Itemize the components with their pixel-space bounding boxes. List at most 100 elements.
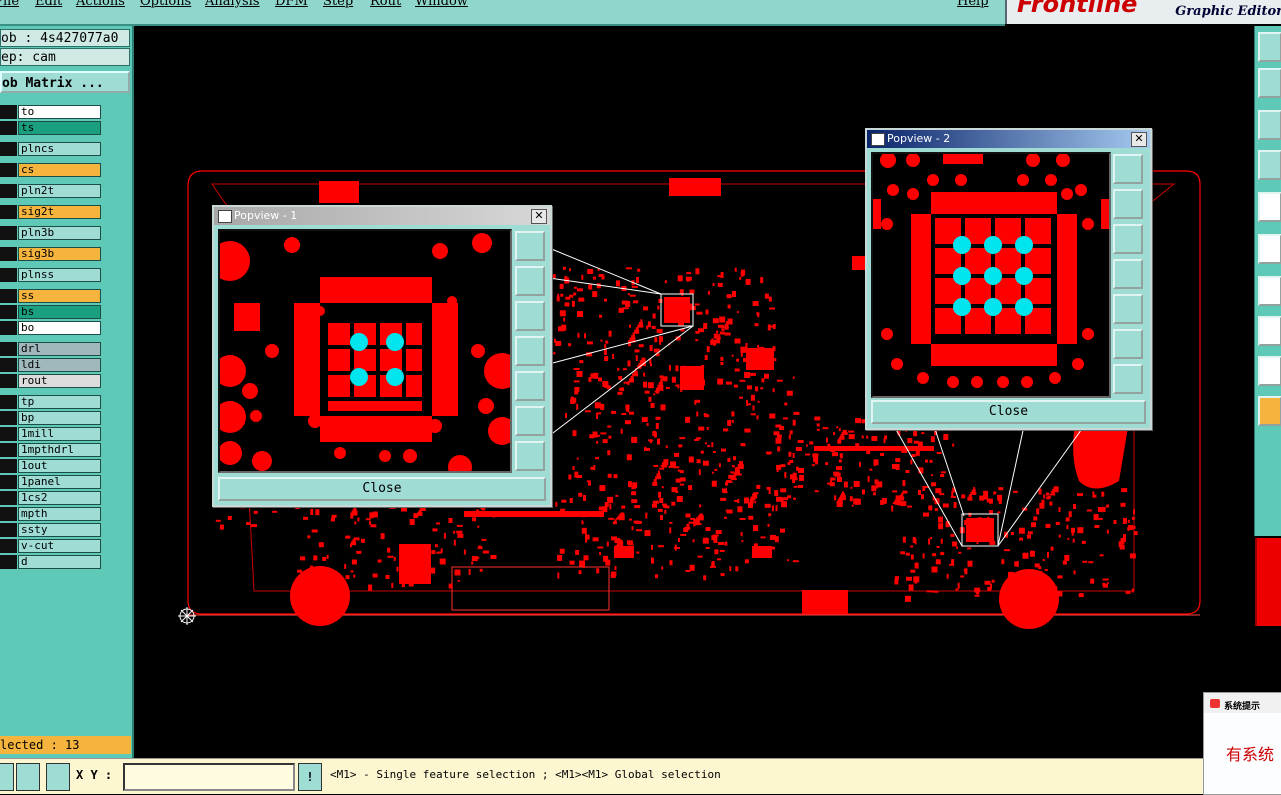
layer-swatch[interactable] [0, 163, 17, 177]
popview-2-pan-left-button[interactable] [1113, 259, 1143, 289]
layer-swatch[interactable] [0, 342, 17, 356]
popview-1-close-button[interactable]: Close [218, 477, 546, 501]
layer-swatch[interactable] [0, 523, 17, 537]
layer-swatch[interactable] [0, 427, 17, 441]
layer-swatch[interactable] [0, 289, 17, 303]
layer-swatch[interactable] [0, 395, 17, 409]
layer-item-ldi[interactable]: ldi [18, 358, 101, 372]
layer-item-cs[interactable]: cs [18, 163, 101, 177]
popview-1-pan-up-button[interactable] [515, 266, 545, 296]
layer-swatch[interactable] [0, 321, 17, 335]
popview-2-title[interactable]: Popview - 2 [867, 130, 1150, 148]
layer-item-ss[interactable]: ss [18, 289, 101, 303]
layer-swatch[interactable] [0, 459, 17, 473]
popview-1[interactable]: Popview - 1 ✕ Close [212, 205, 552, 507]
layer-swatch[interactable] [0, 247, 17, 261]
menu-dfm[interactable]: DFM [275, 0, 308, 9]
tool-arc-button[interactable] [1258, 356, 1281, 386]
layer-swatch[interactable] [0, 121, 17, 135]
layer-swatch[interactable] [0, 268, 17, 282]
xy-input[interactable] [123, 763, 295, 791]
popview-2-zoom-button[interactable] [1113, 154, 1143, 184]
popview-1-zoom-in-button[interactable] [515, 406, 545, 436]
menu-step[interactable]: Step [323, 0, 353, 9]
menu-actions[interactable]: Actions [76, 0, 125, 9]
menu-rout[interactable]: Rout [370, 0, 401, 9]
layer-item-bs[interactable]: bs [18, 305, 101, 319]
layer-swatch[interactable] [0, 539, 17, 553]
layer-item-ts[interactable]: ts [18, 121, 101, 135]
popview-1-zoom-out-button[interactable] [515, 441, 545, 471]
tool-connect-button[interactable] [1258, 234, 1281, 264]
layer-item-bo[interactable]: bo [18, 321, 101, 335]
layer-item-pln3b[interactable]: pln3b [18, 226, 101, 240]
layer-swatch[interactable] [0, 475, 17, 489]
tool-measure-button[interactable] [1258, 150, 1281, 180]
tool-node-button[interactable] [1258, 316, 1281, 346]
layer-swatch[interactable] [0, 555, 17, 569]
tool-pan-button[interactable] [1258, 68, 1281, 98]
layer-item-1mpthdrl[interactable]: 1mpthdrl [18, 443, 101, 457]
popview-2-close-x[interactable]: ✕ [1131, 132, 1147, 147]
angle-tool-icon[interactable] [16, 763, 40, 791]
layer-item-rout[interactable]: rout [18, 374, 101, 388]
layer-swatch[interactable] [0, 411, 17, 425]
popview-2-view[interactable] [871, 152, 1111, 398]
layer-item-plnss[interactable]: plnss [18, 268, 101, 282]
grid-button[interactable] [46, 763, 70, 791]
layer-item-1mill[interactable]: 1mill [18, 427, 101, 441]
layer-item-sig2t[interactable]: sig2t [18, 205, 101, 219]
layer-item-ssty[interactable]: ssty [18, 523, 101, 537]
tool-zoom-button[interactable] [1258, 32, 1281, 62]
job-matrix-button[interactable]: ob Matrix ... [0, 71, 130, 93]
layer-swatch[interactable] [0, 226, 17, 240]
popview-1-zoom-button[interactable] [515, 231, 545, 261]
popview-1-view[interactable] [218, 229, 512, 473]
tool-pad-button[interactable] [1258, 192, 1281, 222]
layer-item-bp[interactable]: bp [18, 411, 101, 425]
layer-item-drl[interactable]: drl [18, 342, 101, 356]
layer-item-to[interactable]: to [18, 105, 101, 119]
layer-swatch[interactable] [0, 205, 17, 219]
layer-swatch[interactable] [0, 358, 17, 372]
red-side-tab[interactable] [1255, 538, 1281, 626]
popview-1-pan-down-button[interactable] [515, 301, 545, 331]
menu-edit[interactable]: Edit [35, 0, 62, 9]
layer-item-1out[interactable]: 1out [18, 459, 101, 473]
menu-file[interactable]: File [0, 0, 19, 9]
layer-item-v-cut[interactable]: v-cut [18, 539, 101, 553]
layer-item-plncs[interactable]: plncs [18, 142, 101, 156]
layer-item-mpth[interactable]: mpth [18, 507, 101, 521]
popview-2-zoom-in-button[interactable] [1113, 329, 1143, 359]
tool-select-button[interactable] [1258, 396, 1281, 426]
menu-window[interactable]: Window [415, 0, 468, 9]
popview-2-pan-down-button[interactable] [1113, 224, 1143, 254]
popview-2[interactable]: Popview - 2 ✕ Close [865, 128, 1152, 430]
tool-line-button[interactable] [1258, 276, 1281, 306]
layer-item-1panel[interactable]: 1panel [18, 475, 101, 489]
layer-swatch[interactable] [0, 184, 17, 198]
menu-help[interactable]: Help [957, 0, 989, 9]
popview-1-pan-right-button[interactable] [515, 371, 545, 401]
layer-swatch[interactable] [0, 374, 17, 388]
layer-item-sig3b[interactable]: sig3b [18, 247, 101, 261]
layer-swatch[interactable] [0, 491, 17, 505]
menu-analysis[interactable]: Analysis [205, 0, 260, 9]
system-prompt-dialog[interactable]: 系统提示 有系统 [1203, 692, 1281, 795]
popview-2-pan-up-button[interactable] [1113, 189, 1143, 219]
layer-item-1cs2[interactable]: 1cs2 [18, 491, 101, 505]
layer-item-pln2t[interactable]: pln2t [18, 184, 101, 198]
layer-swatch[interactable] [0, 507, 17, 521]
layer-item-d[interactable]: d [18, 555, 101, 569]
exclamation-button[interactable]: ! [298, 763, 322, 791]
layer-swatch[interactable] [0, 443, 17, 457]
layer-swatch[interactable] [0, 305, 17, 319]
popview-2-zoom-out-button[interactable] [1113, 364, 1143, 394]
tool-fit-button[interactable] [1258, 110, 1281, 140]
layer-swatch[interactable] [0, 142, 17, 156]
popview-2-close-button[interactable]: Close [871, 400, 1146, 424]
layer-swatch[interactable] [0, 105, 17, 119]
popview-1-title[interactable]: Popview - 1 [214, 207, 550, 225]
popview-2-pan-right-button[interactable] [1113, 294, 1143, 324]
layer-item-tp[interactable]: tp [18, 395, 101, 409]
